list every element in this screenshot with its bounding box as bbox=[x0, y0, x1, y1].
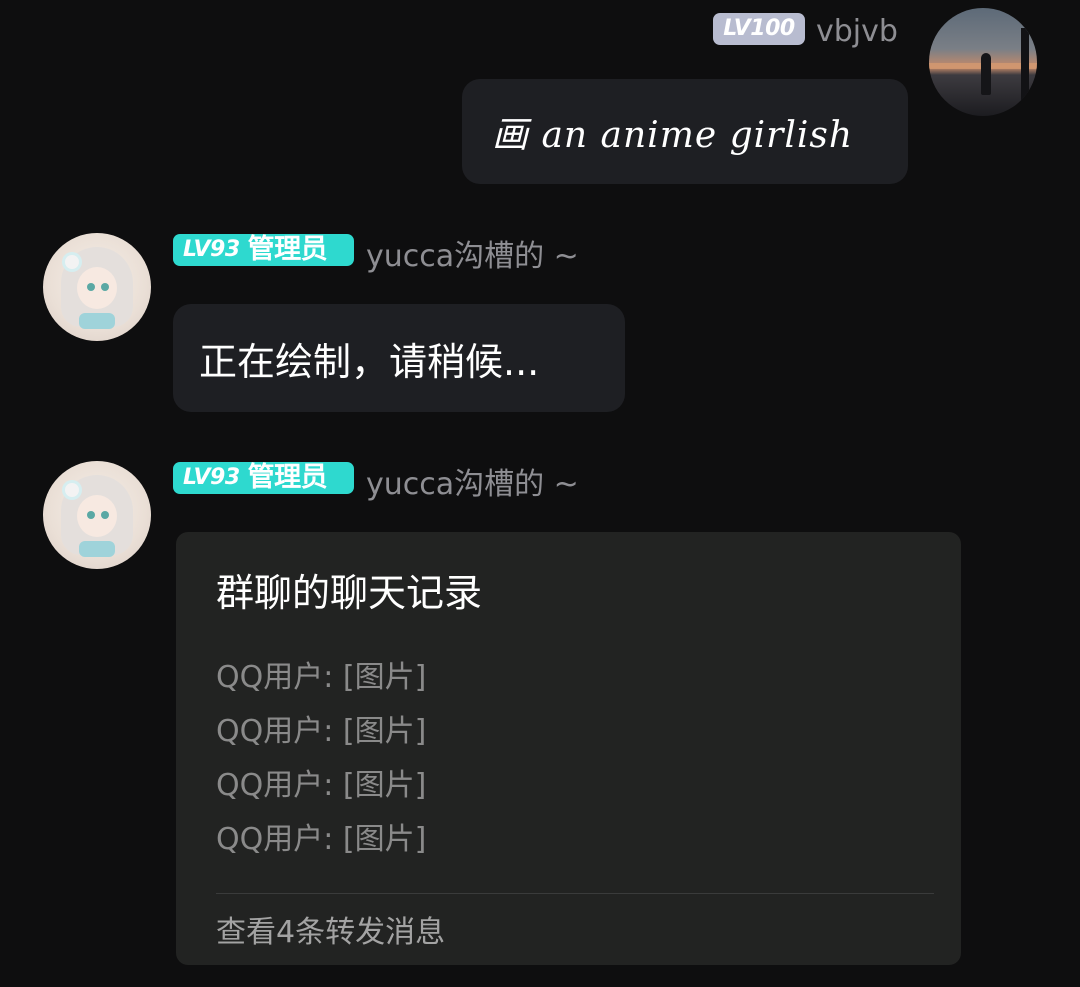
level-badge: LV100 bbox=[713, 13, 805, 45]
level-text: LV93 bbox=[183, 237, 240, 262]
message-text: 画 an anime girlish bbox=[492, 114, 854, 156]
sender-nickname[interactable]: yucca沟槽的 ~ bbox=[366, 467, 579, 503]
admin-role-label: 管理员 bbox=[247, 234, 328, 265]
message-bubble[interactable]: 正在绘制，请稍候... bbox=[173, 304, 625, 412]
admin-level-badge: LV93 管理员 bbox=[173, 234, 354, 266]
bot-avatar[interactable] bbox=[43, 461, 151, 569]
forwarded-chat-card[interactable]: 群聊的聊天记录 QQ用户: [图片] QQ用户: [图片] QQ用户: [图片]… bbox=[176, 532, 961, 965]
bot-avatar[interactable] bbox=[43, 233, 151, 341]
forward-preview-line: QQ用户: [图片] bbox=[216, 768, 427, 803]
admin-level-badge: LV93 管理员 bbox=[173, 462, 354, 494]
sender-nickname[interactable]: vbjvb bbox=[816, 14, 898, 50]
forward-preview-line: QQ用户: [图片] bbox=[216, 714, 427, 749]
sender-nickname[interactable]: yucca沟槽的 ~ bbox=[366, 239, 579, 275]
forward-card-title: 群聊的聊天记录 bbox=[216, 571, 483, 615]
forward-preview-line: QQ用户: [图片] bbox=[216, 822, 427, 857]
level-text: LV93 bbox=[183, 465, 240, 490]
admin-role-label: 管理员 bbox=[247, 462, 328, 493]
card-divider bbox=[216, 893, 934, 894]
forward-preview-line: QQ用户: [图片] bbox=[216, 660, 427, 695]
message-text: 正在绘制，请稍候... bbox=[199, 339, 540, 384]
user-avatar[interactable] bbox=[929, 8, 1037, 116]
level-text: LV100 bbox=[723, 16, 795, 41]
message-bubble[interactable]: 画 an anime girlish bbox=[462, 79, 908, 184]
view-forwarded-messages-link[interactable]: 查看4条转发消息 bbox=[216, 907, 445, 951]
